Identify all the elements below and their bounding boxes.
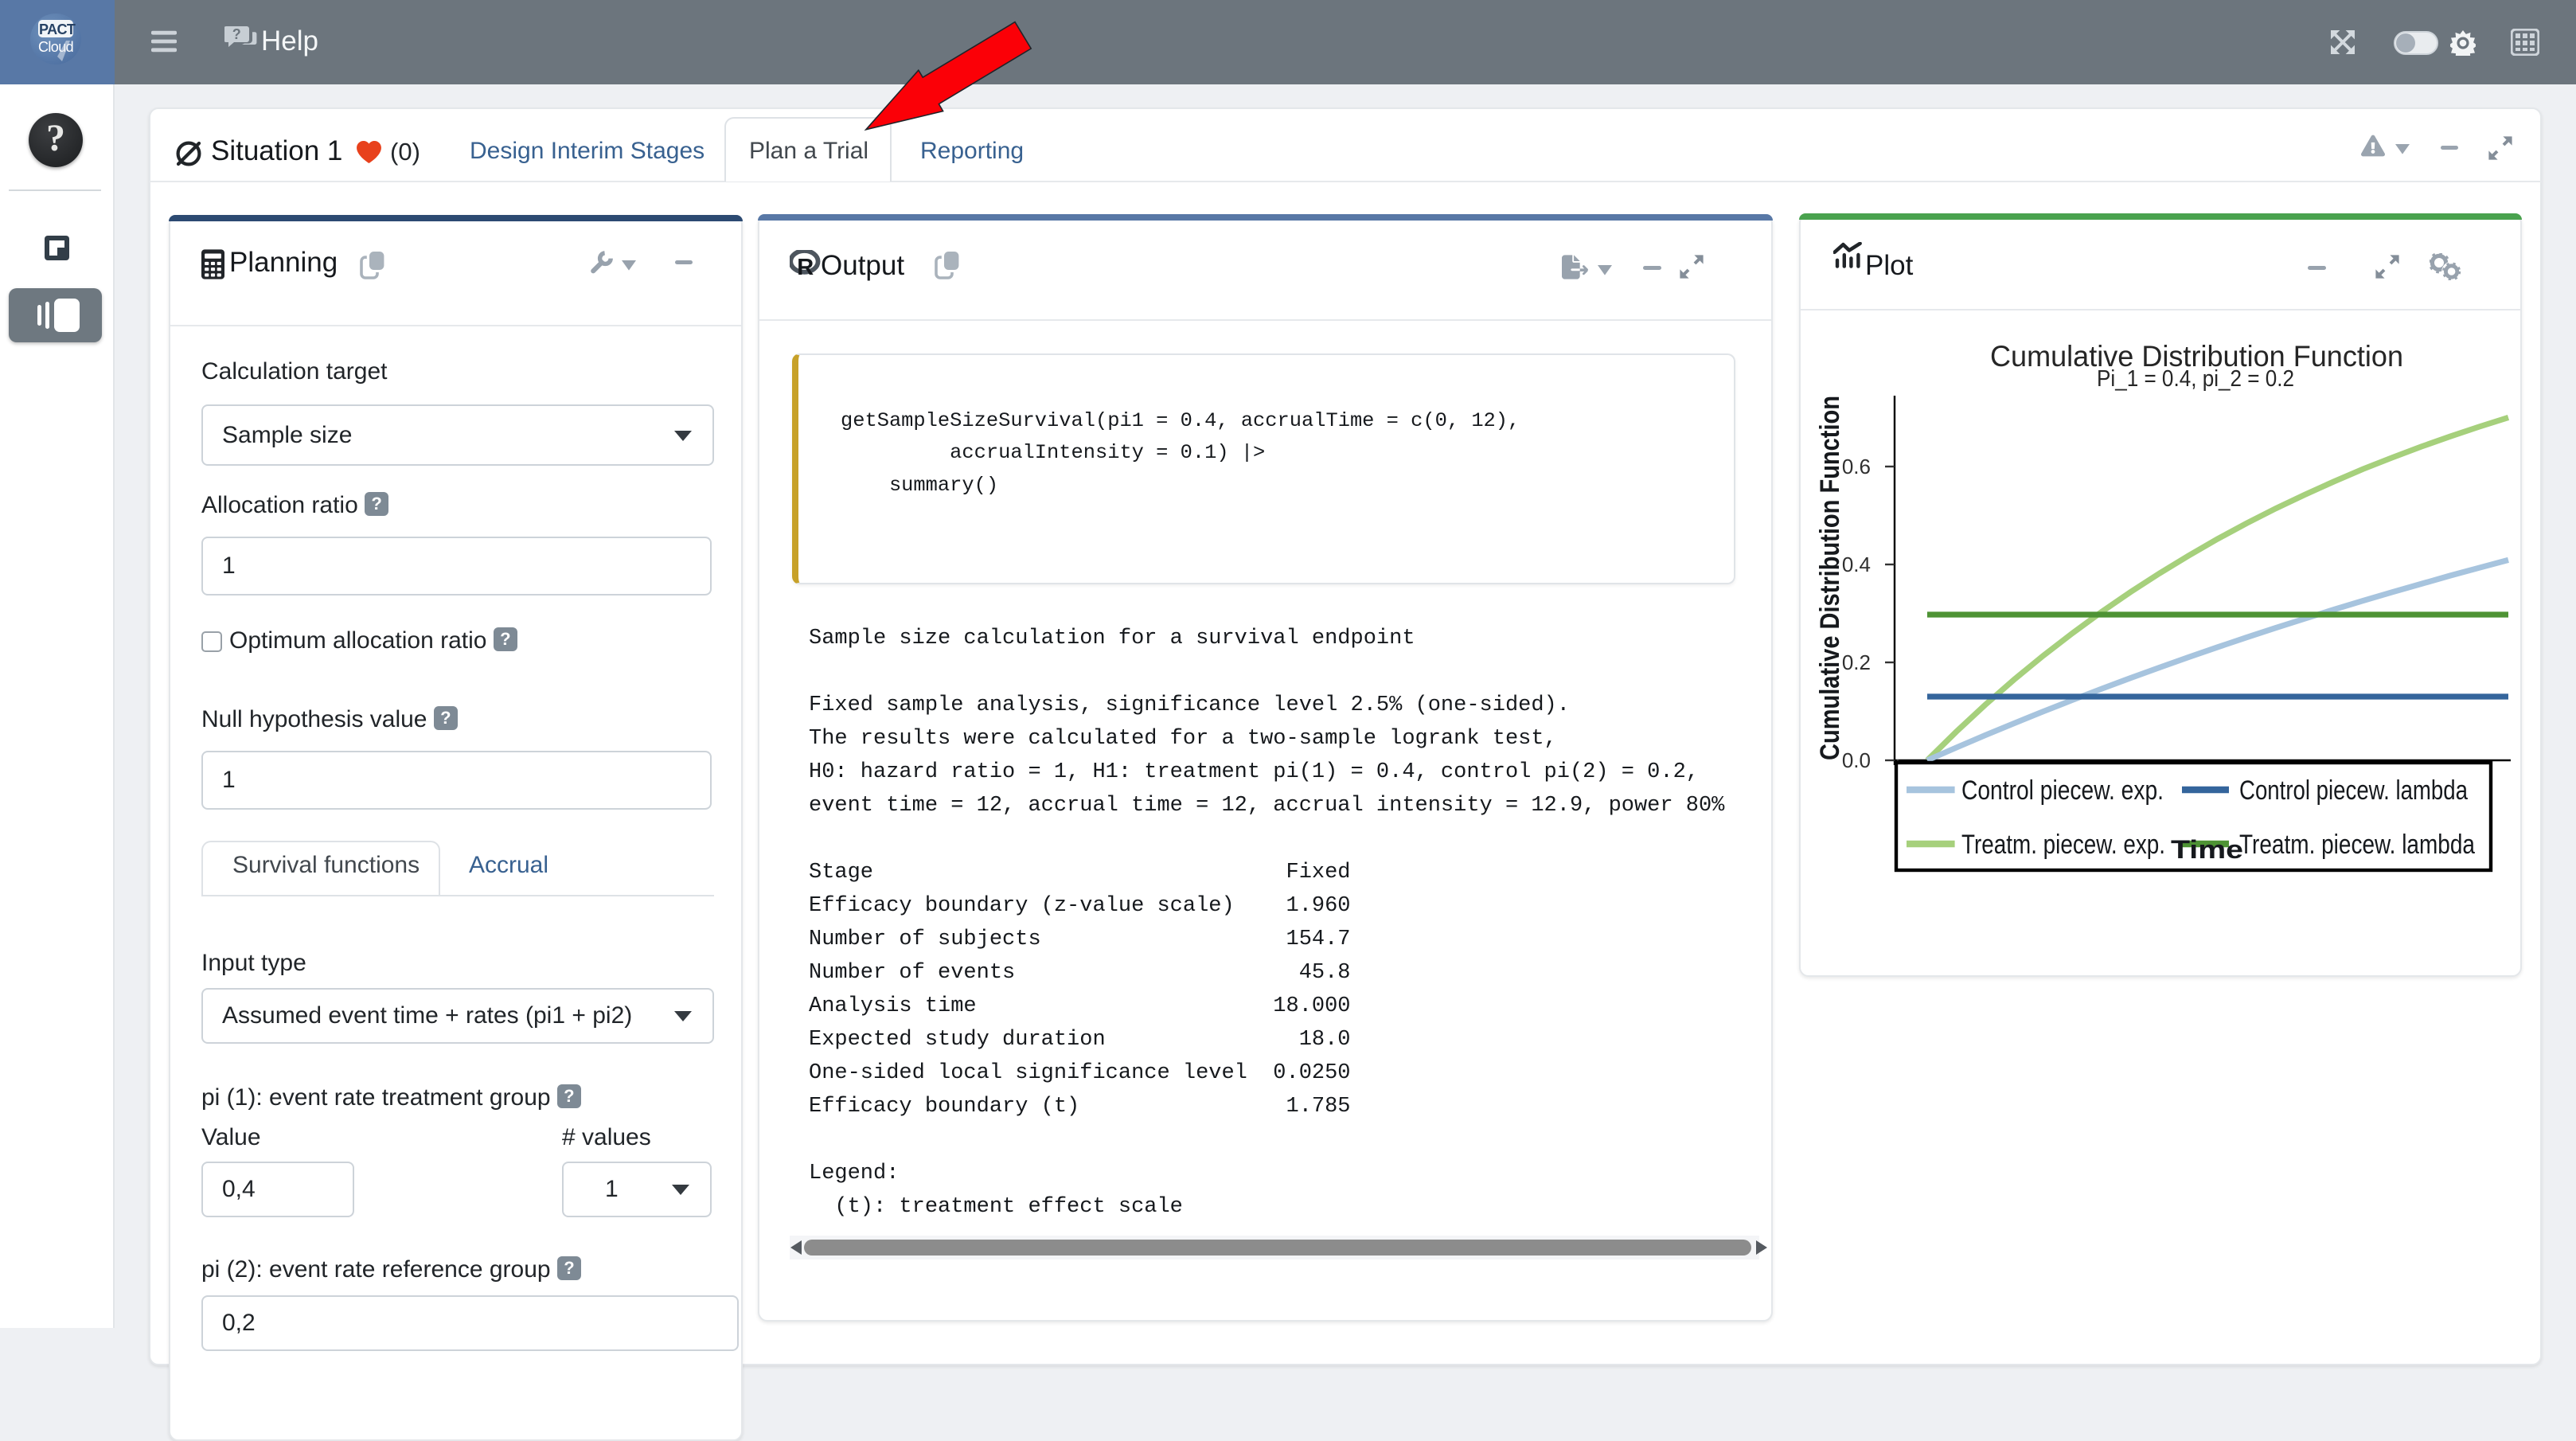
svg-text:Time: Time xyxy=(2171,835,2243,864)
svg-text:Cumulative Distribution Functi: Cumulative Distribution Function xyxy=(1815,396,1845,760)
svg-text:Control piecew. exp.: Control piecew. exp. xyxy=(1961,775,2164,806)
svg-text:R: R xyxy=(797,255,814,277)
svg-text:Treatm. piecew. lambda: Treatm. piecew. lambda xyxy=(2239,830,2475,860)
svg-text:Pi_1 = 0.4, pi_2 = 0.2: Pi_1 = 0.4, pi_2 = 0.2 xyxy=(2097,366,2294,392)
svg-text:0.4: 0.4 xyxy=(1842,553,1871,576)
svg-text:Control piecew. lambda: Control piecew. lambda xyxy=(2239,775,2468,806)
svg-text:0.2: 0.2 xyxy=(1842,650,1871,674)
svg-text:Treatm. piecew. exp.: Treatm. piecew. exp. xyxy=(1961,830,2165,860)
svg-text:0.6: 0.6 xyxy=(1842,455,1871,478)
svg-text:?: ? xyxy=(232,26,241,42)
svg-text:0.0: 0.0 xyxy=(1842,748,1871,772)
